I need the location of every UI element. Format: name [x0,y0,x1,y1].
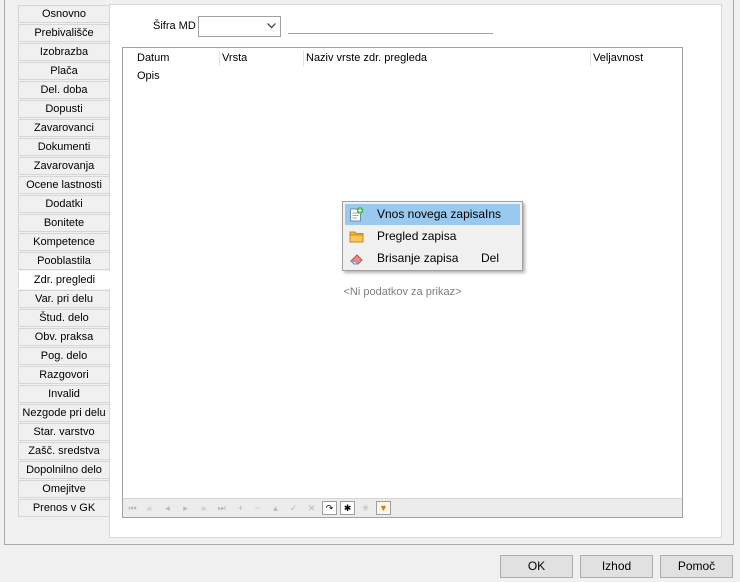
nav-next-button[interactable]: ▸ [178,501,193,515]
tab-zavarovanja[interactable]: Zavarovanja [18,157,110,175]
tab-dopolnilno-delo[interactable]: Dopolnilno delo [18,461,110,479]
tab-zdr-pregledi[interactable]: Zdr. pregledi [18,271,111,289]
sifra-md-combo[interactable] [198,16,281,37]
tab-var-pri-delu[interactable]: Var. pri delu [18,290,110,308]
sidebar-tabs: Osnovno Prebivališče Izobrazba Plača Del… [18,5,111,518]
menu-item-label: Brisanje zapisa [377,251,459,265]
tab-bonitete[interactable]: Bonitete [18,214,110,232]
column-header-veljavnost[interactable]: Veljavnost [590,51,681,66]
empty-grid-message: <Ni podatkov za prikaz> [343,286,462,298]
nav-filter-button[interactable]: ▼ [376,501,391,515]
nav-delete-button[interactable]: − [250,501,265,515]
nav-last-button[interactable]: ⏭ [214,501,229,515]
menu-item-label: Pregled zapisa [377,229,457,243]
tab-dodatki[interactable]: Dodatki [18,195,110,213]
nav-post-button[interactable]: ✓ [286,501,301,515]
menu-item-view-record[interactable]: Pregled zapisa [345,226,520,247]
folder-icon [349,231,364,243]
tab-razgovori[interactable]: Razgovori [18,366,110,384]
help-button[interactable]: Pomoč [660,555,733,578]
nav-edit-button[interactable]: ▴ [268,501,283,515]
tab-pooblastila[interactable]: Pooblastila [18,252,110,270]
tab-izobrazba[interactable]: Izobrazba [18,43,110,61]
tab-osnovno[interactable]: Osnovno [18,5,110,23]
nav-prev-button[interactable]: ◂ [160,501,175,515]
menu-item-shortcut: Del [481,251,500,265]
tab-omejitve[interactable]: Omejitve [18,480,110,498]
tab-invalid[interactable]: Invalid [18,385,110,403]
tab-obv-praksa[interactable]: Obv. praksa [18,328,110,346]
nav-next-page-button[interactable]: » [196,501,211,515]
tab-stud-delo[interactable]: Štud. delo [18,309,110,327]
tab-prebivalisce[interactable]: Prebivališče [18,24,110,42]
chevron-down-icon [267,23,276,29]
nav-cancel-button[interactable]: ✕ [304,501,319,515]
nav-prev-page-button[interactable]: « [142,501,157,515]
nav-refresh-button[interactable]: ↷ [322,501,337,515]
context-menu: Vnos novega zapisa Ins Pregled zapisa Br… [342,201,523,271]
tab-zasc-sredstva[interactable]: Zašč. sredstva [18,442,110,460]
nav-first-button[interactable]: ⏮ [125,501,140,515]
new-record-icon [350,207,364,222]
tab-pog-delo[interactable]: Pog. delo [18,347,110,365]
nav-goto-bookmark-button[interactable]: ✳ [358,501,373,515]
grid-header: Datum Vrsta Naziv vrste zdr. pregleda Ve… [135,48,682,84]
tab-star-varstvo[interactable]: Star. varstvo [18,423,110,441]
column-header-naziv[interactable]: Naziv vrste zdr. pregleda [303,51,586,66]
tab-dopusti[interactable]: Dopusti [18,100,110,118]
tab-zavarovanci[interactable]: Zavarovanci [18,119,110,137]
nav-bookmark-button[interactable]: ✱ [340,501,355,515]
tab-dokumenti[interactable]: Dokumenti [18,138,110,156]
tab-kompetence[interactable]: Kompetence [18,233,110,251]
menu-item-label: Vnos novega zapisa [377,207,486,221]
menu-item-new-record[interactable]: Vnos novega zapisa Ins [345,204,520,225]
tab-placa[interactable]: Plača [18,62,110,80]
menu-item-delete-record[interactable]: Brisanje zapisa Del [345,248,520,269]
exit-button[interactable]: Izhod [580,555,653,578]
tab-prenos-v-gk[interactable]: Prenos v GK [18,499,110,517]
column-header-opis[interactable]: Opis [135,69,217,84]
nav-insert-button[interactable]: + [233,501,248,515]
column-header-vrsta[interactable]: Vrsta [219,51,302,66]
ok-button[interactable]: OK [500,555,573,578]
sifra-md-description [288,33,493,34]
tab-ocene-lastnosti[interactable]: Ocene lastnosti [18,176,110,194]
menu-item-shortcut: Ins [485,207,502,221]
grid-navigator: ⏮ « ◂ ▸ » ⏭ + − ▴ ✓ ✕ ↷ ✱ ✳ ▼ [123,498,682,517]
eraser-icon [349,254,363,265]
column-header-datum[interactable]: Datum [135,51,217,66]
records-grid[interactable]: Datum Vrsta Naziv vrste zdr. pregleda Ve… [122,47,683,518]
tab-del-doba[interactable]: Del. doba [18,81,110,99]
sifra-md-label: Šifra MD [153,20,196,32]
tab-nezgode-pri-delu[interactable]: Nezgode pri delu [18,404,110,422]
